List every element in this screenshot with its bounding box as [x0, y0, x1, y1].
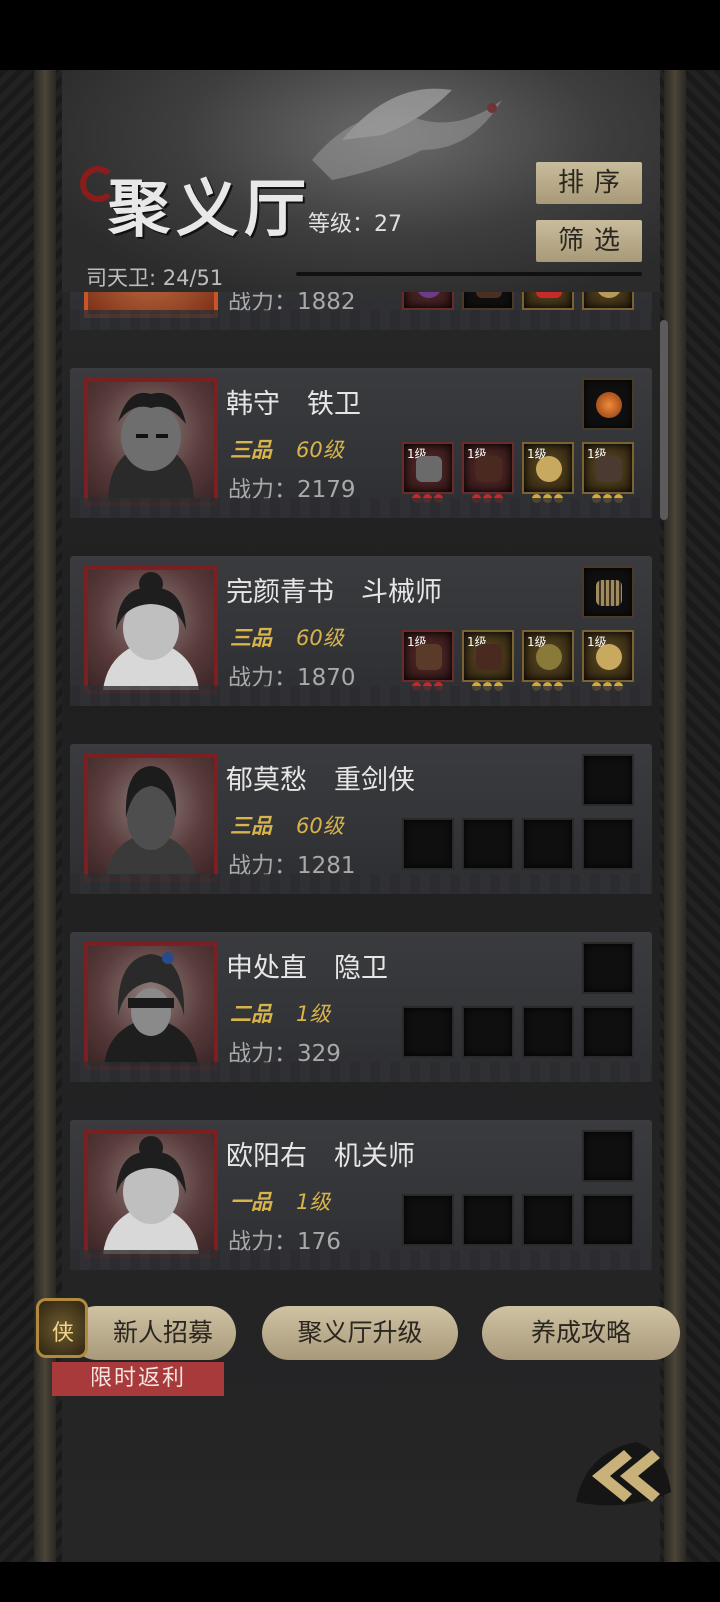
equipment-slot-empty[interactable] — [582, 818, 634, 870]
equipment-slot[interactable]: 1级 — [522, 442, 574, 503]
hero-card[interactable]: 申处直 隐卫 二品 1级 战力：329 — [70, 932, 652, 1082]
equipment-slot-empty[interactable] — [582, 1194, 634, 1246]
accessory-slot-empty[interactable] — [582, 754, 634, 806]
hero-rank: 三品 — [230, 813, 272, 838]
filter-button[interactable]: 筛选 — [536, 220, 642, 262]
hero-face-icon — [103, 572, 199, 690]
equipment-slot[interactable]: 1级 — [582, 630, 634, 691]
hero-power: 战力：1281 — [228, 853, 356, 879]
hero-name: 申处直 隐卫 — [226, 953, 388, 984]
hall-screen: 聚义厅 等级：27 司天卫: 24/51 排序 筛选 战力：1882 韩守 铁卫 — [0, 70, 720, 1562]
hero-level: 60级 — [296, 438, 344, 462]
list-scrollbar[interactable] — [660, 320, 668, 520]
equipment-slot[interactable] — [402, 292, 454, 310]
training-guide-button[interactable]: 养成攻略 — [482, 1306, 680, 1360]
equipment-slot-empty[interactable] — [402, 818, 454, 870]
hero-power: 战力：176 — [228, 1229, 341, 1255]
equipment-slot[interactable] — [462, 292, 514, 310]
hero-card[interactable]: 战力：1882 — [70, 292, 652, 330]
hero-card[interactable]: 欧阳右 机关师 一品 1级 战力：176 — [70, 1120, 652, 1270]
hero-card[interactable]: 韩守 铁卫 三品 60级 战力：2179 1级 1级 1级 1级 — [70, 368, 652, 518]
equipment-slot-empty[interactable] — [522, 1194, 574, 1246]
recruit-token-icon[interactable]: 侠 — [36, 1298, 88, 1358]
sort-button[interactable]: 排序 — [536, 162, 642, 204]
equipment-slot[interactable]: 1级 — [402, 442, 454, 503]
crane-illustration — [312, 88, 502, 180]
hero-rank: 三品 — [230, 625, 272, 650]
hero-level: 1级 — [296, 1190, 331, 1214]
hero-card[interactable]: 郁莫愁 重剑侠 三品 60级 战力：1281 — [70, 744, 652, 894]
hall-level: 等级：27 — [308, 212, 402, 237]
equipment-slot-empty[interactable] — [462, 818, 514, 870]
equipment-slot-empty[interactable] — [462, 1006, 514, 1058]
guard-count: 司天卫: 24/51 — [86, 266, 224, 290]
hero-list[interactable]: 战力：1882 韩守 铁卫 三品 60级 战力：2179 1级 1级 1级 1级… — [70, 292, 652, 1316]
hero-power: 战力：1882 — [228, 292, 356, 315]
hero-level: 60级 — [296, 814, 344, 838]
equipment-slot-empty[interactable] — [462, 1194, 514, 1246]
hero-name: 完颜青书 斗械师 — [226, 577, 442, 608]
limited-rebate-badge[interactable]: 限时返利 — [52, 1362, 224, 1396]
equipment-slot-empty[interactable] — [582, 1006, 634, 1058]
hero-power: 战力：329 — [228, 1041, 341, 1067]
hero-power: 战力：2179 — [228, 477, 356, 503]
hero-portrait — [84, 1130, 218, 1258]
accessory-slot[interactable] — [582, 378, 634, 430]
equipment-slot[interactable]: 1级 — [462, 442, 514, 503]
equipment-slot[interactable]: 1级 — [522, 630, 574, 691]
hero-rank: 二品 — [230, 1001, 272, 1026]
hero-face-icon — [106, 766, 196, 878]
accessory-slot-empty[interactable] — [582, 942, 634, 994]
hero-card[interactable]: 完颜青书 斗械师 三品 60级 战力：1870 1级 1级 1级 1级 — [70, 556, 652, 706]
equipment-slot-empty[interactable] — [522, 818, 574, 870]
hero-name: 欧阳右 机关师 — [226, 1141, 415, 1172]
hero-portrait — [84, 566, 218, 694]
accessory-slot[interactable] — [582, 566, 634, 618]
hero-rank: 三品 — [230, 437, 272, 462]
hero-face-icon — [103, 1136, 199, 1254]
equipment-slot-empty[interactable] — [402, 1006, 454, 1058]
equipment-slot[interactable]: 1级 — [402, 630, 454, 691]
back-arrow-icon[interactable] — [566, 1432, 676, 1512]
hero-face-icon — [104, 952, 198, 1066]
equipment-slot-empty[interactable] — [522, 1006, 574, 1058]
hero-name: 韩守 铁卫 — [226, 389, 361, 420]
hero-portrait — [84, 754, 218, 882]
hero-portrait — [84, 378, 218, 506]
equipment-slot-empty[interactable] — [402, 1194, 454, 1246]
page-title: 聚义厅 — [108, 172, 313, 245]
hero-portrait — [84, 942, 218, 1070]
equipment-slot[interactable] — [582, 292, 634, 310]
hero-name: 郁莫愁 重剑侠 — [226, 765, 415, 796]
status-bar — [0, 0, 720, 70]
hero-portrait — [84, 292, 218, 318]
hero-rank: 一品 — [230, 1189, 272, 1214]
equipment-slot[interactable]: 1级 — [462, 630, 514, 691]
recruit-button[interactable]: 新人招募 — [70, 1306, 236, 1360]
hero-level: 60级 — [296, 626, 344, 650]
hero-face-icon — [108, 392, 194, 502]
accessory-slot-empty[interactable] — [582, 1130, 634, 1182]
header-divider — [296, 272, 642, 276]
equipment-slot[interactable]: 1级 — [582, 442, 634, 503]
hall-upgrade-button[interactable]: 聚义厅升级 — [262, 1306, 458, 1360]
hero-power: 战力：1870 — [228, 665, 356, 691]
hero-level: 1级 — [296, 1002, 331, 1026]
equipment-slot[interactable] — [522, 292, 574, 310]
navigation-bar — [0, 1562, 720, 1602]
